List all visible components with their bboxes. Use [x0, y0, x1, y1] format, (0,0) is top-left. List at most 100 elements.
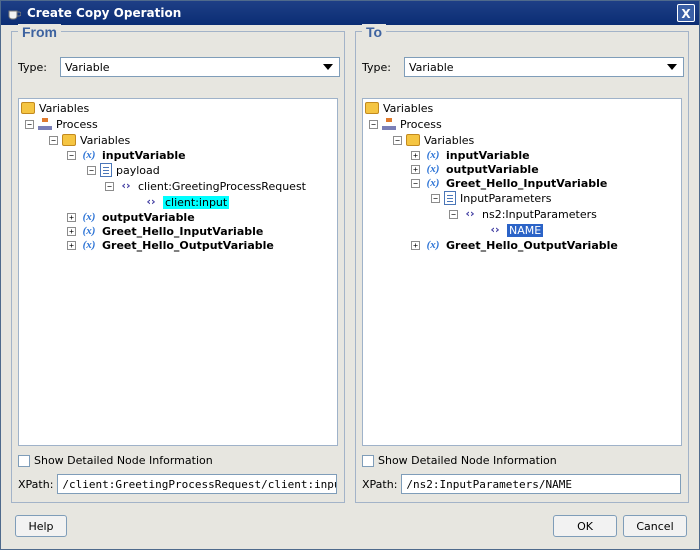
- variable-icon: (x): [82, 225, 96, 237]
- to-show-detail-checkbox[interactable]: [362, 454, 374, 467]
- expand-toggle-icon[interactable]: +: [411, 240, 420, 250]
- to-type-row: Type: Variable: [362, 57, 684, 77]
- to-show-detail-label: Show Detailed Node Information: [378, 454, 557, 467]
- tree-node-label: Variables: [39, 101, 90, 115]
- tree-node[interactable]: + (x) outputVariable: [411, 162, 539, 176]
- variable-icon: (x): [426, 163, 440, 175]
- ok-button[interactable]: OK: [553, 515, 617, 537]
- tree-node[interactable]: − Process: [369, 117, 442, 131]
- tree-node[interactable]: − (x) inputVariable: [67, 148, 186, 162]
- from-panel: From Type: Variable Variables − Process …: [11, 24, 345, 503]
- document-icon: [444, 191, 456, 205]
- collapse-toggle-icon[interactable]: −: [369, 119, 378, 129]
- tree-node-label: inputVariable: [446, 148, 530, 162]
- help-button[interactable]: Help: [15, 515, 67, 537]
- collapse-toggle-icon[interactable]: −: [431, 193, 440, 203]
- tree-node[interactable]: + (x) outputVariable: [67, 210, 195, 224]
- variable-icon: (x): [426, 239, 440, 251]
- variable-icon: (x): [82, 211, 96, 223]
- to-panel: To Type: Variable Variables − Process − …: [355, 24, 689, 503]
- create-copy-operation-dialog: Create Copy Operation X From Type: Varia…: [0, 0, 700, 550]
- cancel-button[interactable]: Cancel: [623, 515, 687, 537]
- variable-icon: (x): [82, 239, 96, 251]
- expand-toggle-icon[interactable]: +: [67, 212, 76, 222]
- tree-node-label: outputVariable: [446, 162, 539, 176]
- tree-node[interactable]: + (x) Greet_Hello_InputVariable: [67, 224, 263, 238]
- tree-node[interactable]: − ‹› client:GreetingProcessRequest: [105, 179, 306, 193]
- chevron-down-icon: [667, 64, 677, 70]
- tree-node-label: Variables: [383, 101, 434, 115]
- tree-node-label: payload: [116, 163, 160, 177]
- tree-node-label: InputParameters: [460, 191, 552, 205]
- tree-node-label: Variables: [424, 133, 475, 147]
- tree-node[interactable]: − InputParameters: [431, 191, 551, 205]
- tree-node[interactable]: − payload: [87, 163, 160, 177]
- tree-node[interactable]: Variables: [21, 101, 89, 115]
- from-xpath-value: /client:GreetingProcessRequest/client:in…: [62, 477, 338, 491]
- expand-toggle-icon[interactable]: +: [67, 240, 76, 250]
- to-type-value: Variable: [409, 60, 454, 74]
- tree-node-label: NAME: [507, 223, 544, 237]
- from-tree[interactable]: Variables − Process − Variables − (x) in…: [18, 98, 338, 446]
- collapse-toggle-icon[interactable]: −: [105, 181, 114, 191]
- to-legend: To: [362, 24, 387, 40]
- collapse-toggle-icon[interactable]: −: [25, 119, 34, 129]
- tree-node[interactable]: − (x) Greet_Hello_InputVariable: [411, 176, 607, 190]
- variable-icon: (x): [82, 149, 96, 161]
- tree-node[interactable]: − ‹› ns2:InputParameters: [449, 207, 597, 221]
- help-button-label: Help: [28, 519, 54, 533]
- from-show-detail-row: Show Detailed Node Information: [18, 454, 213, 467]
- folder-icon: [406, 134, 420, 146]
- process-icon: [38, 118, 52, 130]
- from-xpath-row: XPath: /client:GreetingProcessRequest/cl…: [18, 474, 338, 494]
- to-type-select[interactable]: Variable: [404, 57, 684, 77]
- app-icon: [8, 10, 21, 20]
- tree-node[interactable]: + (x) Greet_Hello_OutputVariable: [67, 238, 274, 252]
- title-bar: Create Copy Operation X: [1, 1, 699, 25]
- from-legend: From: [18, 24, 61, 40]
- tree-node[interactable]: − Process: [25, 117, 98, 131]
- from-type-select[interactable]: Variable: [60, 57, 340, 77]
- tree-node[interactable]: + (x) inputVariable: [411, 148, 530, 162]
- element-icon: ‹›: [121, 179, 131, 192]
- collapse-toggle-icon[interactable]: −: [67, 150, 76, 160]
- tree-node[interactable]: ‹› NAME: [487, 223, 544, 237]
- to-xpath-label: XPath:: [362, 477, 398, 491]
- tree-node[interactable]: ‹› client:input: [143, 195, 230, 209]
- from-type-value: Variable: [65, 60, 110, 74]
- collapse-toggle-icon[interactable]: −: [49, 135, 58, 145]
- tree-node-label: Process: [56, 117, 98, 131]
- tree-node-label: Variables: [80, 133, 131, 147]
- tree-node-label: Greet_Hello_InputVariable: [102, 224, 264, 238]
- tree-node[interactable]: − Variables: [393, 133, 474, 147]
- ok-button-label: OK: [577, 519, 593, 533]
- window-title: Create Copy Operation: [27, 6, 182, 20]
- tree-node-label: client:input: [163, 195, 230, 209]
- tree-node[interactable]: Variables: [365, 101, 433, 115]
- expand-toggle-icon[interactable]: +: [67, 226, 76, 236]
- from-show-detail-checkbox[interactable]: [18, 454, 30, 467]
- close-button[interactable]: X: [677, 4, 695, 22]
- from-xpath-label: XPath:: [18, 477, 54, 491]
- to-xpath-row: XPath: /ns2:InputParameters/NAME: [362, 474, 682, 494]
- tree-node[interactable]: − Variables: [49, 133, 130, 147]
- expand-toggle-icon[interactable]: +: [411, 164, 420, 174]
- variable-icon: (x): [426, 149, 440, 161]
- to-xpath-input[interactable]: /ns2:InputParameters/NAME: [401, 474, 682, 494]
- collapse-toggle-icon[interactable]: −: [449, 209, 458, 219]
- document-icon: [100, 163, 112, 177]
- collapse-toggle-icon[interactable]: −: [87, 165, 96, 175]
- close-icon: X: [681, 7, 691, 21]
- from-type-label: Type:: [18, 60, 47, 74]
- tree-node-label: Process: [400, 117, 442, 131]
- expand-toggle-icon[interactable]: +: [411, 150, 420, 160]
- to-type-label: Type:: [362, 60, 391, 74]
- tree-node-label: inputVariable: [102, 148, 186, 162]
- from-xpath-input[interactable]: /client:GreetingProcessRequest/client:in…: [57, 474, 338, 494]
- collapse-toggle-icon[interactable]: −: [411, 178, 420, 188]
- tree-node[interactable]: + (x) Greet_Hello_OutputVariable: [411, 238, 618, 252]
- to-tree[interactable]: Variables − Process − Variables + (x) in…: [362, 98, 682, 446]
- tree-node-label: Greet_Hello_InputVariable: [446, 176, 608, 190]
- collapse-toggle-icon[interactable]: −: [393, 135, 402, 145]
- chevron-down-icon: [323, 64, 333, 70]
